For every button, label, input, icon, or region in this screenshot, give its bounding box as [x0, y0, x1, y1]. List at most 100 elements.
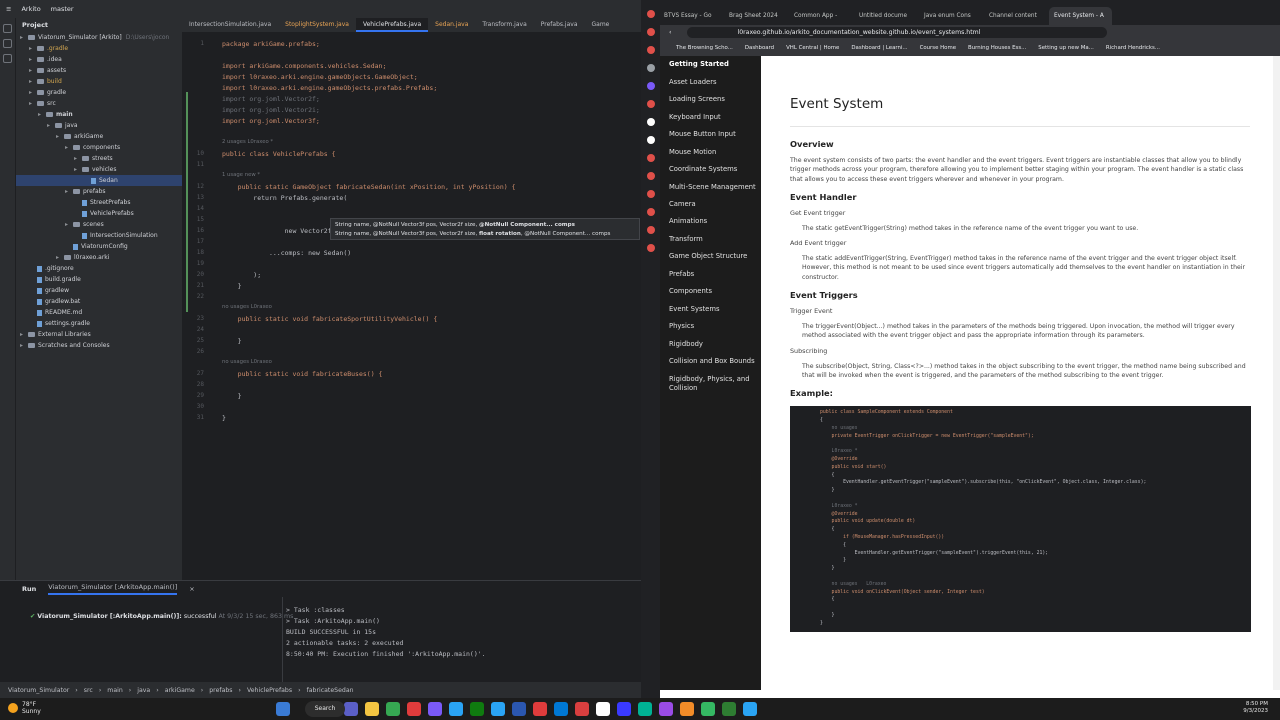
taskbar-app-icon[interactable] — [743, 702, 757, 716]
tree-item[interactable]: .gitignore — [16, 263, 182, 274]
breadcrumb-item[interactable]: VehiclePrefabs — [247, 687, 292, 694]
doc-nav-item[interactable]: Prefabs — [660, 266, 761, 284]
bookmark-item[interactable]: The Browning Scho... — [676, 45, 733, 51]
tree-item[interactable]: ▸ .gradle — [16, 43, 182, 54]
system-clock[interactable]: 8:50 PM 9/3/2023 — [1243, 701, 1268, 715]
breadcrumb-item[interactable]: prefabs — [209, 687, 232, 694]
editor-tab[interactable]: Sedan.java — [428, 18, 475, 32]
extension-icon[interactable] — [646, 244, 655, 252]
taskbar-app-icon[interactable] — [680, 702, 694, 716]
bookmark-item[interactable]: Dashboard | Learni... — [851, 45, 907, 51]
taskbar-app-icon[interactable] — [638, 702, 652, 716]
doc-nav-item[interactable]: Mouse Motion — [660, 144, 761, 162]
tree-item[interactable]: ▸ External Libraries — [16, 329, 182, 340]
doc-nav-item[interactable]: Mouse Button Input — [660, 126, 761, 144]
doc-nav-item[interactable]: Camera — [660, 196, 761, 214]
tree-item[interactable]: ▸ streets — [16, 153, 182, 164]
editor-tab[interactable]: VehiclePrefabs.java — [355, 18, 429, 32]
tree-item[interactable]: ▸ scenes — [16, 219, 182, 230]
back-icon[interactable]: ‹ — [669, 29, 671, 36]
close-icon[interactable]: × — [189, 585, 194, 593]
tree-item[interactable]: ▸ main — [16, 109, 182, 120]
breadcrumb-item[interactable]: arkiGame — [165, 687, 195, 694]
editor-tab[interactable]: Prefabs.java — [534, 18, 585, 32]
doc-nav-item[interactable]: Game Object Structure — [660, 248, 761, 266]
taskbar-app-icon[interactable] — [533, 702, 547, 716]
doc-nav-item[interactable]: Animations — [660, 213, 761, 231]
breadcrumb-item[interactable]: fabricateSedan — [307, 687, 354, 694]
tree-item[interactable]: ▸ .idea — [16, 54, 182, 65]
run-tab[interactable]: Viatorum_Simulator [:ArkitoApp.main()] — [48, 583, 178, 595]
bookmark-item[interactable]: Course Home — [920, 45, 956, 51]
editor-tab[interactable]: Transform.java — [475, 18, 533, 32]
tree-item[interactable]: settings.gradle — [16, 318, 182, 329]
branch-switcher[interactable]: master — [51, 5, 74, 13]
browser-tab[interactable]: BTVS Essay - Go — [659, 7, 722, 25]
doc-nav-item[interactable]: Getting Started — [660, 56, 761, 74]
browser-tab[interactable]: Brag Sheet 2024 — [724, 7, 787, 25]
tree-item[interactable]: README.md — [16, 307, 182, 318]
taskbar-app-icon[interactable] — [617, 702, 631, 716]
extension-icon[interactable] — [646, 190, 655, 198]
run-tree[interactable]: ✔ Viatorum_Simulator [:ArkitoApp.main()]… — [30, 613, 293, 620]
doc-nav-item[interactable]: Event Systems — [660, 301, 761, 319]
taskbar-app-icon[interactable] — [276, 702, 290, 716]
tree-item[interactable]: ▸ l0raxeo.arki — [16, 252, 182, 263]
editor-tab[interactable]: Game — [585, 18, 617, 32]
taskbar-app-icon[interactable] — [407, 702, 421, 716]
tree-item[interactable]: IntersectionSimulation — [16, 230, 182, 241]
doc-nav-item[interactable]: Components — [660, 283, 761, 301]
page-scrollbar[interactable] — [1273, 56, 1280, 690]
browser-tab[interactable]: Java enum Cons — [919, 7, 982, 25]
breadcrumb-item[interactable]: src — [84, 687, 93, 694]
taskbar-app-icon[interactable] — [722, 702, 736, 716]
code-area[interactable]: 1 package arkiGame.prefabs; import arkiGam… — [182, 32, 641, 580]
doc-nav-item[interactable]: Rigidbody, Physics, and Collision — [660, 371, 761, 397]
taskbar-app-icon[interactable] — [344, 702, 358, 716]
tree-item[interactable]: ▸ vehicles — [16, 164, 182, 175]
taskbar-app-icon[interactable] — [365, 702, 379, 716]
bookmark-item[interactable]: Setting up new Ma... — [1038, 45, 1094, 51]
doc-nav-item[interactable]: Asset Loaders — [660, 74, 761, 92]
code-editor[interactable]: IntersectionSimulation.java StoplightSyst… — [182, 18, 641, 580]
editor-tab[interactable]: IntersectionSimulation.java — [182, 18, 278, 32]
breadcrumb-item[interactable]: Viatorum_Simulator — [8, 687, 69, 694]
tree-item[interactable]: Sedan — [16, 175, 182, 186]
bookmark-item[interactable]: Dashboard — [745, 45, 774, 51]
browser-tab[interactable]: Channel content — [984, 7, 1047, 25]
doc-nav-item[interactable]: Multi-Scene Management — [660, 179, 761, 196]
tree-item[interactable]: ▸ arkiGame — [16, 131, 182, 142]
taskbar-search[interactable]: Search — [305, 701, 345, 717]
tree-item[interactable]: ▸ Viatorum_Simulator [Arkito] D:\Users\joc… — [16, 32, 182, 43]
doc-nav-item[interactable]: Coordinate Systems — [660, 161, 761, 179]
breadcrumb-item[interactable]: java — [137, 687, 150, 694]
bookmark-item[interactable]: VHL Central | Home — [786, 45, 839, 51]
tree-item[interactable]: ▸ assets — [16, 65, 182, 76]
taskbar-app-icon[interactable] — [596, 702, 610, 716]
taskbar-app-icon[interactable] — [659, 702, 673, 716]
extension-icon[interactable] — [646, 172, 655, 180]
extension-icon[interactable] — [646, 226, 655, 234]
taskbar-app-icon[interactable] — [512, 702, 526, 716]
tree-item[interactable]: build.gradle — [16, 274, 182, 285]
taskbar-app-icon[interactable] — [470, 702, 484, 716]
tree-item[interactable]: VehiclePrefabs — [16, 208, 182, 219]
tree-item[interactable]: ▸ build — [16, 76, 182, 87]
extension-icon[interactable] — [646, 28, 655, 36]
tree-item[interactable]: StreetPrefabs — [16, 197, 182, 208]
tree-item[interactable]: gradlew — [16, 285, 182, 296]
tree-item[interactable]: ▸ components — [16, 142, 182, 153]
structure-icon[interactable] — [3, 54, 12, 63]
folder-icon[interactable] — [3, 24, 12, 33]
extension-icon[interactable] — [646, 64, 655, 72]
breadcrumb-item[interactable]: main — [107, 687, 122, 694]
extension-icon[interactable] — [646, 208, 655, 216]
tree-item[interactable]: ▸ src — [16, 98, 182, 109]
weather-widget[interactable]: 78°F Sunny — [8, 701, 41, 715]
tree-item[interactable]: gradlew.bat — [16, 296, 182, 307]
extension-icon[interactable] — [646, 46, 655, 54]
taskbar-app-icon[interactable] — [428, 702, 442, 716]
tree-item[interactable]: ViatorumConfig — [16, 241, 182, 252]
project-switcher[interactable]: Arkito — [21, 5, 40, 13]
doc-nav-item[interactable]: Keyboard Input — [660, 109, 761, 127]
